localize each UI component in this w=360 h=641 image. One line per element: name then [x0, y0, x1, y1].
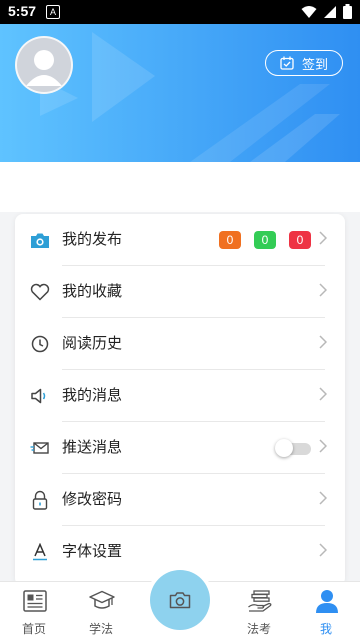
avatar-person-icon: [26, 50, 62, 86]
toggle-knob: [275, 439, 293, 457]
chevron-right-icon: [319, 491, 327, 505]
nav-label: 首页: [21, 622, 46, 636]
nav-label: 我: [319, 622, 332, 636]
chevron-right-icon: [319, 439, 327, 453]
camera-button-wrapper: [146, 566, 214, 634]
chevron-right-icon: [319, 335, 327, 349]
menu-card: 我的发布 0 0 0 我的收藏 阅读历史 我的消息 推送消息 修改密码 字体设置: [15, 214, 345, 586]
menu-item-label: 推送消息: [62, 438, 123, 456]
signal-icon: [324, 5, 336, 18]
avatar[interactable]: [15, 36, 73, 94]
wifi-icon: [301, 5, 317, 18]
menu-item-reading-history[interactable]: 阅读历史: [15, 318, 345, 370]
status-icons: [301, 4, 352, 19]
menu-item-label: 阅读历史: [62, 334, 123, 352]
nav-item-home[interactable]: 首页: [2, 582, 66, 641]
font-icon: [29, 541, 51, 563]
posts-count-badge-orange: 0: [219, 231, 241, 249]
signin-button[interactable]: 签到: [265, 50, 343, 76]
person-icon: [316, 590, 338, 613]
status-time: 5:57: [8, 3, 37, 19]
chevron-right-icon: [319, 543, 327, 557]
menu-item-label: 我的消息: [62, 386, 123, 404]
nav-item-study-law[interactable]: 学法: [69, 582, 133, 641]
header-spacer: [0, 162, 360, 212]
chevron-right-icon: [319, 231, 327, 245]
chevron-right-icon: [319, 283, 327, 297]
profile-header: 签到: [0, 24, 360, 162]
notification-icon: A: [46, 5, 60, 19]
newspaper-icon: [23, 590, 47, 612]
nav-label: 学法: [88, 622, 113, 636]
chevron-right-icon: [319, 387, 327, 401]
menu-item-label: 我的发布: [62, 230, 123, 248]
nav-item-me[interactable]: 我: [294, 582, 358, 641]
menu-item-my-posts[interactable]: 我的发布 0 0 0: [15, 214, 345, 266]
envelope-icon: [29, 437, 51, 459]
menu-item-label: 字体设置: [62, 542, 123, 560]
posts-count-badge-green: 0: [254, 231, 276, 249]
battery-icon: [343, 4, 352, 19]
posts-count-badge-red: 0: [289, 231, 311, 249]
menu-item-change-password[interactable]: 修改密码: [15, 474, 345, 526]
nav-item-law-exam[interactable]: 法考: [227, 582, 291, 641]
status-bar: 5:57 A: [0, 0, 360, 24]
camera-icon: [29, 229, 51, 251]
menu-item-my-messages[interactable]: 我的消息: [15, 370, 345, 422]
push-messages-toggle[interactable]: [275, 439, 313, 457]
menu-item-label: 我的收藏: [62, 282, 123, 300]
clock-icon: [29, 333, 51, 355]
books-hand-icon: [248, 590, 272, 612]
signin-label: 签到: [301, 57, 328, 73]
camera-icon: [169, 592, 191, 609]
menu-item-push-messages[interactable]: 推送消息: [15, 422, 345, 474]
graduation-cap-icon: [89, 590, 115, 609]
menu-item-label: 修改密码: [62, 490, 123, 508]
nav-label: 法考: [246, 622, 271, 636]
camera-post-button[interactable]: [150, 570, 210, 630]
lock-icon: [29, 489, 51, 511]
menu-item-favorites[interactable]: 我的收藏: [15, 266, 345, 318]
calendar-check-icon: [280, 56, 294, 70]
heart-icon: [29, 281, 51, 303]
speaker-icon: [29, 385, 51, 407]
